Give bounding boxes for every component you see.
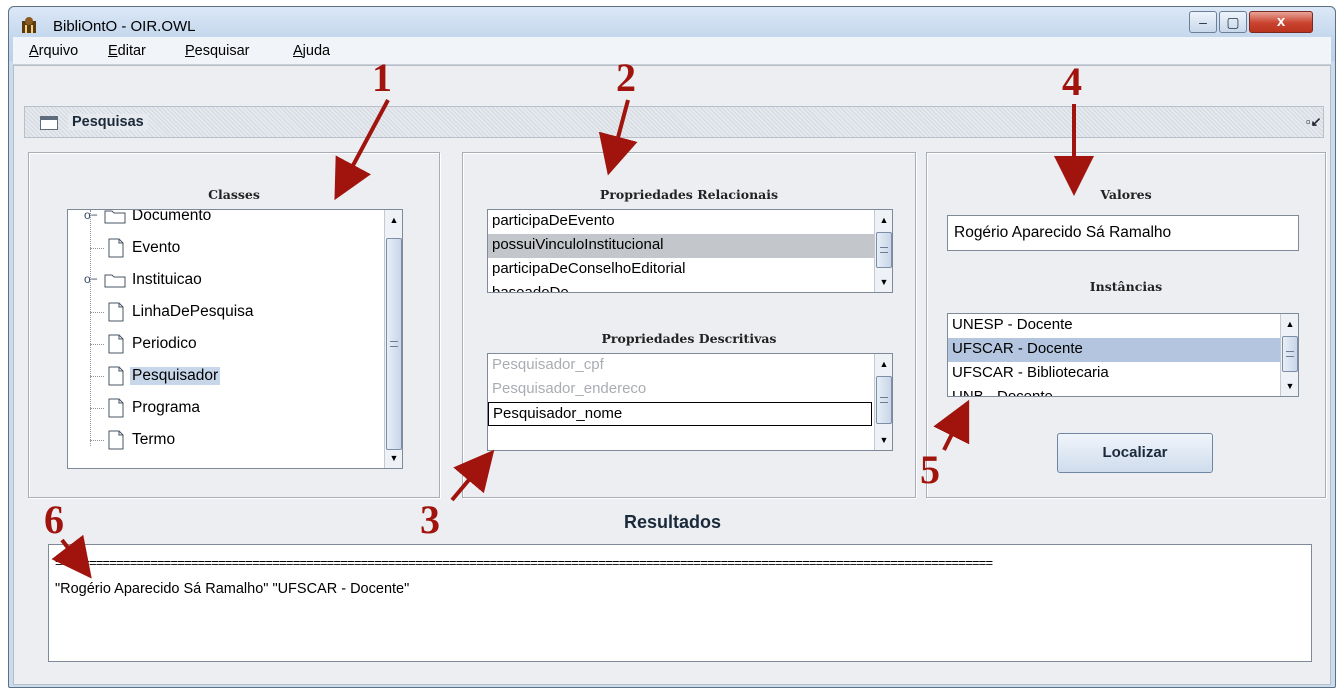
annotation-arrows	[51, 99, 1094, 579]
arrow-3	[450, 449, 495, 502]
arrow-6	[51, 534, 92, 579]
arrow-2	[598, 99, 638, 176]
arrow-5	[933, 399, 970, 451]
arrow-1	[334, 99, 390, 201]
